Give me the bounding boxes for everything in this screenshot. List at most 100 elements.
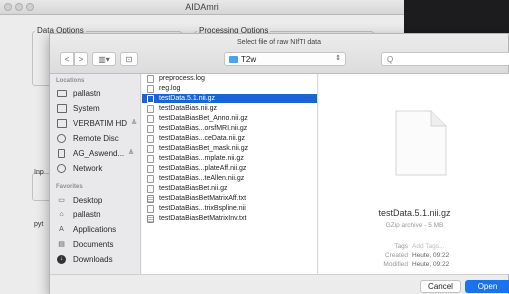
new-folder-icon: ⊡ [125, 54, 133, 64]
search-icon: Q [387, 55, 394, 64]
file-row[interactable]: testDataBiasBetMatrixAff.txt [142, 194, 317, 203]
cancel-button[interactable]: Cancel [420, 280, 461, 293]
sidebar-item-documents[interactable]: ▤ Documents [56, 238, 113, 250]
external-drive-icon [56, 118, 67, 128]
file-icon [147, 134, 154, 143]
modified-label: Modified [383, 261, 408, 268]
dialog-title: Select file of raw NIfTI data [236, 39, 322, 46]
sidebar-item-label: pallastn [73, 88, 101, 98]
file-name: testDataBias.nii.gz [159, 105, 217, 112]
sidebar-item-desktop[interactable]: ▭ Desktop [56, 194, 102, 206]
file-row[interactable]: testDataBias...ceData.nii.gz [142, 134, 317, 143]
background-titlebar: AIDAmri [0, 0, 404, 15]
dialog-toolbar: Select file of raw NIfTI data < > ▥▾ ⊡ T… [50, 34, 509, 74]
open-file-dialog: Select file of raw NIfTI data < > ▥▾ ⊡ T… [49, 33, 509, 294]
preview-pane: testData.5.1.nii.gz GZip archive - 5 MB … [319, 74, 509, 274]
file-icon [147, 74, 154, 83]
text-file-icon [147, 194, 154, 203]
file-row[interactable]: testDataBias...mplate.nii.gz [142, 154, 317, 163]
file-list[interactable]: preprocess.log reg.log testData.5.1.nii.… [142, 74, 318, 274]
sidebar-locations-header: Locations [56, 78, 85, 84]
chevron-updown-icon: ⇕ [335, 55, 341, 62]
sidebar-item-remote-disc[interactable]: Remote Disc [56, 132, 119, 144]
file-row-selected[interactable]: testData.5.1.nii.gz [142, 94, 317, 103]
sidebar-item-home[interactable]: ⌂ pallastn [56, 208, 100, 220]
sidebar-item-label: Network [73, 163, 103, 173]
file-icon [147, 104, 154, 113]
sidebar-item-ag-aswend[interactable]: AG_Aswend... ≜ [56, 147, 134, 159]
file-name: testDataBias...plateAff.nii.gz [159, 165, 247, 172]
tags-field[interactable]: Add Tags... [412, 243, 444, 250]
file-row[interactable]: testDataBiasBetMatrixInv.txt [142, 214, 317, 223]
file-row[interactable]: testDataBiasBet_mask.nii.gz [142, 144, 317, 153]
file-icon [147, 184, 154, 193]
hard-drive-icon [56, 103, 67, 113]
sidebar-item-label: Documents [73, 239, 114, 249]
dialog-footer: Cancel Open [50, 274, 509, 294]
view-mode-button[interactable]: ▥▾ [92, 52, 116, 66]
file-row[interactable]: testDataBiasBet.nii.gz [142, 184, 317, 193]
modified-value: Heute, 09:22 [412, 261, 450, 268]
sidebar-item-downloads[interactable]: ↓ Downloads [56, 253, 113, 265]
sidebar-item-verbatim-hd[interactable]: VERBATIM HD ≜ [56, 117, 137, 129]
file-row[interactable]: testDataBiasBet_Anno.nii.gz [142, 114, 317, 123]
chevron-left-icon: < [64, 54, 70, 64]
downloads-icon: ↓ [56, 254, 67, 264]
file-name: testDataBiasBet.nii.gz [159, 185, 228, 192]
preview-filename: testData.5.1.nii.gz [378, 208, 451, 218]
home-icon: ⌂ [59, 210, 64, 218]
file-name: testDataBiasBetMatrixInv.txt [159, 215, 247, 222]
file-row[interactable]: testDataBias.nii.gz [142, 104, 317, 113]
file-name: testDataBias...mplate.nii.gz [159, 155, 244, 162]
open-button[interactable]: Open [465, 280, 509, 293]
file-icon [147, 174, 154, 183]
removable-drive-icon [56, 148, 67, 158]
file-icon [147, 114, 154, 123]
sidebar-item-label: VERBATIM HD [73, 118, 128, 128]
file-name: testDataBiasBetMatrixAff.txt [159, 195, 247, 202]
sidebar-item-pallastn-computer[interactable]: pallastn [56, 87, 101, 99]
sidebar-item-applications[interactable]: A Applications [56, 223, 116, 235]
sidebar-item-label: Desktop [73, 195, 103, 205]
file-icon [147, 94, 154, 103]
sidebar: Locations pallastn System VERBATIM HD ≜ … [50, 74, 141, 274]
globe-icon [56, 163, 67, 173]
eject-icon[interactable]: ≜ [131, 119, 137, 127]
preview-kind: GZip archive - 5 MB [385, 222, 444, 229]
file-row[interactable]: testDataBias...teAllen.nii.gz [142, 174, 317, 183]
columns-view-icon: ▥▾ [98, 54, 110, 64]
file-name: preprocess.log [159, 75, 205, 82]
desktop-icon: ▭ [58, 197, 65, 204]
sidebar-item-label: Downloads [73, 254, 113, 264]
new-folder-button[interactable]: ⊡ [120, 52, 138, 66]
disc-icon [56, 133, 67, 143]
forward-button[interactable]: > [74, 52, 88, 66]
file-row[interactable]: testDataBias...orsfMRI.nii.gz [142, 124, 317, 133]
file-row[interactable]: testDataBias...plateAff.nii.gz [142, 164, 317, 173]
search-field[interactable]: Q [381, 52, 509, 66]
file-row[interactable]: testDataBias...trixBspline.nii [142, 204, 317, 213]
tags-label: Tags [394, 243, 408, 250]
created-value: Heute, 09:22 [412, 252, 450, 259]
text-file-icon [147, 214, 154, 223]
sidebar-item-label: Remote Disc [73, 133, 119, 143]
file-name: testData.5.1.nii.gz [159, 95, 216, 102]
file-name: testDataBias...ceData.nii.gz [159, 135, 245, 142]
file-name: testDataBiasBet_Anno.nii.gz [159, 115, 248, 122]
file-name: testDataBias...orsfMRI.nii.gz [159, 125, 248, 132]
location-popup[interactable]: T2w ⇕ [224, 52, 346, 66]
file-name: testDataBias...teAllen.nii.gz [159, 175, 245, 182]
back-button[interactable]: < [60, 52, 74, 66]
documents-icon: ▤ [58, 241, 65, 248]
laptop-icon [56, 89, 67, 98]
file-icon [147, 144, 154, 153]
file-row[interactable]: preprocess.log [142, 74, 317, 83]
sidebar-item-system[interactable]: System [56, 102, 100, 114]
location-label: T2w [241, 55, 257, 64]
file-icon [147, 84, 154, 93]
window-title: AIDAmri [185, 2, 219, 12]
sidebar-item-label: AG_Aswend... [73, 148, 125, 158]
sidebar-item-network[interactable]: Network [56, 162, 102, 174]
eject-icon[interactable]: ≜ [128, 149, 134, 157]
file-row[interactable]: reg.log [142, 84, 317, 93]
